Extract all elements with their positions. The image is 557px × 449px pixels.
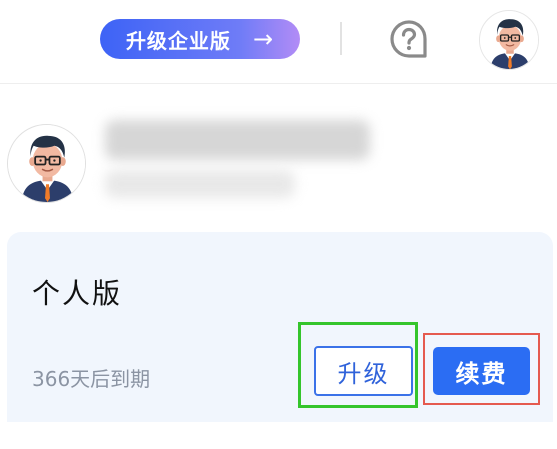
header-avatar[interactable] xyxy=(479,10,539,70)
user-avatar-icon xyxy=(480,11,538,69)
plan-title: 个人版 xyxy=(32,277,123,310)
upgrade-enterprise-label: 升级企业版 xyxy=(125,28,231,53)
question-bubble-icon xyxy=(390,20,427,58)
top-header: 升级企业版 → xyxy=(0,0,557,84)
plan-expiry-text: 366天后到期 xyxy=(32,367,151,391)
renew-button[interactable]: 续费 xyxy=(433,347,530,395)
profile-avatar[interactable] xyxy=(7,124,86,203)
blurred-account-info xyxy=(105,170,295,198)
user-avatar-icon xyxy=(8,125,85,202)
upgrade-enterprise-button[interactable]: 升级企业版 → xyxy=(100,19,300,59)
help-button[interactable] xyxy=(388,18,430,60)
arrow-right-icon: → xyxy=(252,25,275,53)
header-divider xyxy=(340,22,342,55)
upgrade-button[interactable]: 升级 xyxy=(314,346,413,396)
blurred-username xyxy=(105,120,370,160)
